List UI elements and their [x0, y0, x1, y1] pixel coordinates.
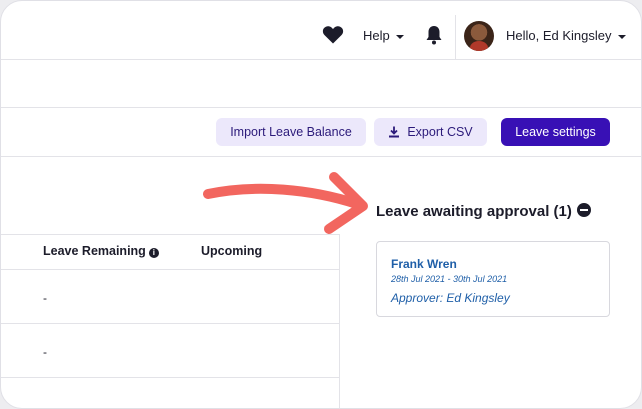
app-window: Help Hello, Ed Kingsley Import Leave Bal… — [0, 0, 642, 409]
annotation-arrow — [203, 172, 368, 234]
